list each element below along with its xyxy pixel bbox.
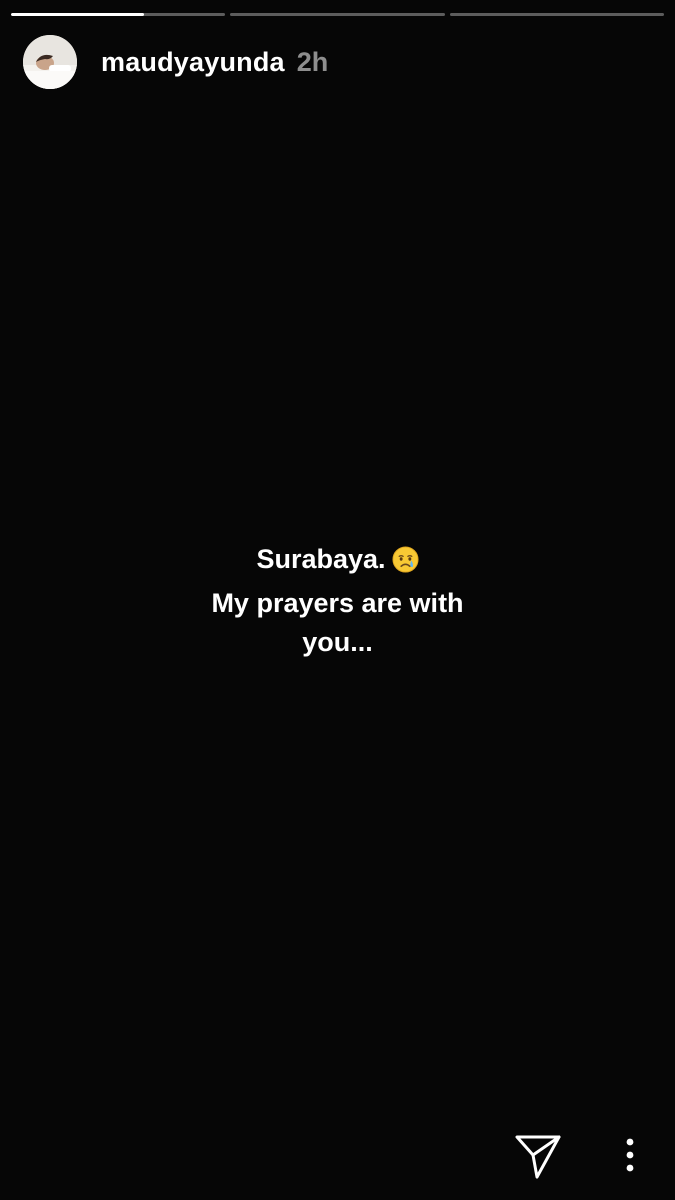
username[interactable]: maudyayunda [101, 47, 285, 78]
vertical-ellipsis-icon [612, 1138, 648, 1179]
crying-face-icon [392, 545, 419, 584]
send-button[interactable] [513, 1133, 563, 1181]
story-caption: Surabaya. My prayers are with you... [0, 540, 675, 662]
caption-text-surabaya: Surabaya. [256, 544, 386, 574]
story-header: maudyayunda 2h [23, 34, 328, 90]
caption-line-1: Surabaya. [0, 540, 675, 584]
progress-segment-3 [449, 13, 664, 16]
avatar[interactable] [23, 35, 77, 89]
paper-plane-icon [513, 1135, 563, 1185]
story-progress-bar [11, 13, 664, 17]
progress-segment-1 [11, 13, 226, 16]
story-viewer[interactable]: maudyayunda 2h Surabaya. My prayers are … [0, 0, 675, 1200]
caption-line-3: you... [302, 627, 373, 657]
caption-line-2: My prayers are with [211, 588, 464, 618]
post-time: 2h [296, 46, 329, 77]
progress-segment-2 [230, 13, 445, 16]
more-options-button[interactable] [612, 1135, 648, 1175]
